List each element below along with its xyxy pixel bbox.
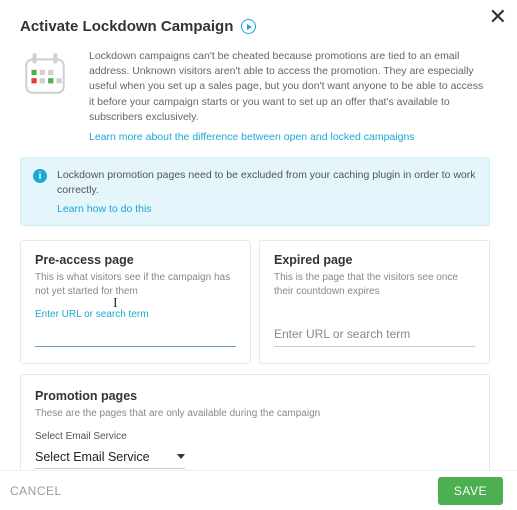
calendar-icon (20, 49, 75, 143)
info-banner: i Lockdown promotion pages need to be ex… (20, 157, 490, 225)
email-service-select[interactable]: Select Email Service (35, 446, 185, 469)
dialog-body: Activate Lockdown Campaign Lockdown camp… (0, 0, 510, 475)
promotion-heading: Promotion pages (35, 389, 475, 403)
intro-section: Lockdown campaigns can't be cheated beca… (20, 49, 490, 143)
play-video-icon[interactable] (241, 19, 256, 34)
dialog-footer: CANCEL SAVE (0, 470, 517, 510)
save-button[interactable]: SAVE (438, 477, 503, 505)
info-icon: i (33, 169, 47, 183)
expired-card: Expired page This is the page that the v… (259, 240, 490, 364)
expired-input[interactable] (274, 323, 475, 347)
info-content: Lockdown promotion pages need to be excl… (57, 168, 477, 214)
dialog-title: Activate Lockdown Campaign (20, 18, 233, 35)
page-cards-row: Pre-access page This is what visitors se… (20, 240, 490, 364)
select-label: Select Email Service (35, 431, 475, 442)
info-link[interactable]: Learn how to do this (57, 203, 477, 215)
chevron-down-icon (177, 454, 185, 459)
learn-more-link[interactable]: Learn more about the difference between … (89, 131, 490, 143)
preaccess-desc: This is what visitors see if the campaig… (35, 271, 236, 299)
close-icon[interactable]: ✕ (489, 6, 507, 28)
intro-text-block: Lockdown campaigns can't be cheated beca… (89, 49, 490, 143)
cancel-button[interactable]: CANCEL (10, 484, 62, 498)
expired-desc: This is the page that the visitors see o… (274, 271, 475, 299)
intro-text: Lockdown campaigns can't be cheated beca… (89, 49, 490, 125)
title-row: Activate Lockdown Campaign (20, 18, 490, 35)
select-value: Select Email Service (35, 450, 150, 464)
promotion-desc: These are the pages that are only availa… (35, 407, 475, 421)
preaccess-heading: Pre-access page (35, 253, 236, 267)
info-text: Lockdown promotion pages need to be excl… (57, 168, 477, 198)
preaccess-input[interactable] (35, 323, 236, 347)
expired-heading: Expired page (274, 253, 475, 267)
promotion-card: Promotion pages These are the pages that… (20, 374, 490, 475)
preaccess-card: Pre-access page This is what visitors se… (20, 240, 251, 364)
preaccess-label: Enter URL or search term (35, 309, 236, 320)
